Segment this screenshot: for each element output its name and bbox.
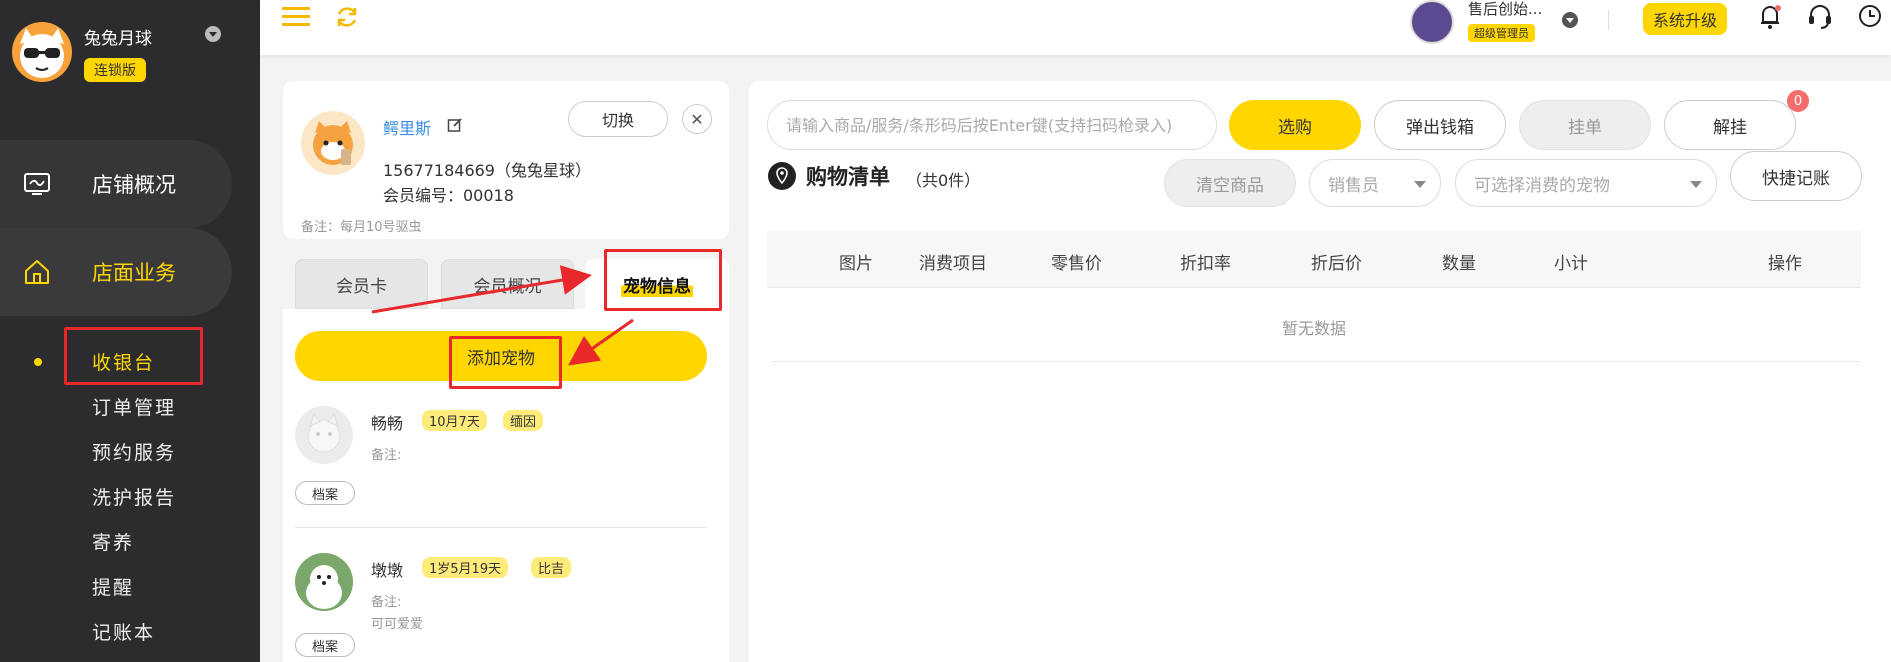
sub-item-reminders[interactable]: 提醒 (92, 573, 134, 600)
annotation-box-add-pet (449, 336, 562, 389)
pet-breed-tag: 缅因 (503, 410, 544, 431)
pet-avatar (295, 406, 353, 464)
pet-note-value: 可可爱爱 (371, 617, 424, 632)
brand[interactable]: 兔兔月球 连锁版 (12, 22, 252, 82)
cashier-panel: 选购 弹出钱箱 挂单 解挂 0 购物清单 （共0件） 清空商品 销售员 可选择消… (749, 81, 1891, 662)
annotation-box-cashier (64, 327, 203, 385)
seller-placeholder: 销售员 (1328, 175, 1379, 196)
divider (1608, 10, 1609, 30)
system-upgrade-button[interactable]: 系统升级 (1643, 3, 1728, 35)
home-icon (25, 260, 49, 284)
open-cashbox-button[interactable]: 弹出钱箱 (1374, 100, 1506, 150)
divider (295, 527, 707, 528)
chevron-down-icon (1414, 181, 1426, 188)
clear-items-button[interactable]: 清空商品 (1164, 159, 1296, 207)
cart-title: 购物清单 (806, 165, 890, 189)
pet-note-label: 备注: (371, 448, 402, 463)
bell-icon[interactable] (1756, 2, 1784, 30)
tab-member-overview[interactable]: 会员概况 (441, 259, 574, 309)
column-header: 折后价 (1311, 254, 1362, 274)
top-header: 售后创始... 超级管理员 系统升级 (260, 0, 1891, 55)
clock-icon[interactable] (1856, 2, 1884, 30)
nav-store-overview[interactable]: 店铺概况 (0, 140, 232, 228)
annotation-box-pet-tab (604, 249, 722, 311)
pet-avatar (295, 553, 353, 611)
tab-member-card[interactable]: 会员卡 (295, 259, 428, 309)
chevron-down-icon (1690, 181, 1702, 188)
sub-item-orders[interactable]: 订单管理 (92, 393, 176, 420)
pet-select-placeholder: 可选择消费的宠物 (1474, 175, 1610, 196)
sub-item-grooming-report[interactable]: 洗护报告 (92, 483, 176, 510)
chevron-down-icon[interactable] (1562, 12, 1578, 28)
empty-state: 暂无数据 (1281, 319, 1346, 338)
nav-label: 店面业务 (92, 261, 176, 285)
cart-count: （共0件） (906, 171, 981, 190)
sub-item-boarding[interactable]: 寄养 (92, 528, 134, 555)
member-phone: 15677184669（兔兔星球） (383, 161, 591, 180)
sub-item-appointments[interactable]: 预约服务 (92, 438, 176, 465)
divider (771, 361, 1861, 362)
search-input[interactable] (767, 100, 1217, 150)
pet-name: 墩墩 (371, 561, 404, 580)
pet-select[interactable]: 可选择消费的宠物 (1455, 159, 1717, 207)
column-header: 零售价 (1051, 254, 1102, 274)
menu-icon[interactable] (282, 6, 310, 28)
quick-ledger-button[interactable]: 快捷记账 (1730, 151, 1862, 201)
nav-store-business[interactable]: 店面业务 (0, 228, 232, 316)
refresh-icon[interactable] (334, 4, 360, 30)
avatar[interactable] (1410, 0, 1454, 44)
brand-name: 兔兔月球 (84, 29, 152, 49)
brand-badge: 连锁版 (84, 58, 146, 82)
edit-icon[interactable] (447, 117, 463, 133)
sub-item-ledger[interactable]: 记账本 (92, 618, 155, 645)
member-card: 鳄里斯 切换 ✕ 15677184669（兔兔星球） 会员编号：00018 备注… (283, 81, 729, 239)
chevron-down-icon[interactable] (205, 26, 221, 42)
brand-logo (12, 22, 72, 82)
pet-note-label: 备注: (371, 595, 402, 610)
user-name: 售后创始... (1468, 0, 1543, 18)
column-header: 小计 (1554, 254, 1588, 274)
nav-label: 店铺概况 (92, 173, 176, 197)
location-pin-icon (768, 162, 796, 190)
pet-age-tag: 10月7天 (422, 410, 487, 431)
member-avatar (301, 111, 365, 175)
tab-label: 会员卡 (336, 276, 387, 297)
active-dot (34, 358, 42, 366)
column-header: 操作 (1768, 254, 1802, 274)
column-header: 数量 (1442, 254, 1476, 274)
select-product-button[interactable]: 选购 (1229, 100, 1361, 150)
pet-file-button[interactable]: 档案 (295, 481, 355, 505)
member-number: 会员编号：00018 (383, 186, 514, 205)
member-note: 备注：每月10号驱虫 (301, 220, 422, 235)
pet-age-tag: 1岁5月19天 (422, 557, 509, 578)
switch-member-button[interactable]: 切换 (568, 101, 668, 137)
column-header: 折扣率 (1180, 254, 1231, 274)
pet-file-button[interactable]: 档案 (295, 633, 355, 657)
unhold-order-button[interactable]: 解挂 (1664, 100, 1796, 150)
held-count-badge: 0 (1787, 90, 1809, 112)
member-name[interactable]: 鳄里斯 (383, 115, 431, 139)
column-header: 图片 (839, 254, 873, 274)
pet-breed-tag: 比吉 (531, 557, 572, 578)
seller-select[interactable]: 销售员 (1309, 159, 1441, 207)
headset-icon[interactable] (1806, 2, 1834, 30)
column-header: 消费项目 (919, 254, 987, 274)
tab-label: 会员概况 (473, 276, 542, 297)
close-member-button[interactable]: ✕ (682, 104, 712, 134)
monitor-icon (24, 173, 50, 195)
table-header: 图片 消费项目 零售价 折扣率 折后价 数量 小计 操作 (767, 231, 1861, 288)
user-role-badge: 超级管理员 (1468, 24, 1535, 42)
pet-name: 畅畅 (371, 414, 404, 433)
hold-order-button[interactable]: 挂单 (1519, 100, 1651, 150)
